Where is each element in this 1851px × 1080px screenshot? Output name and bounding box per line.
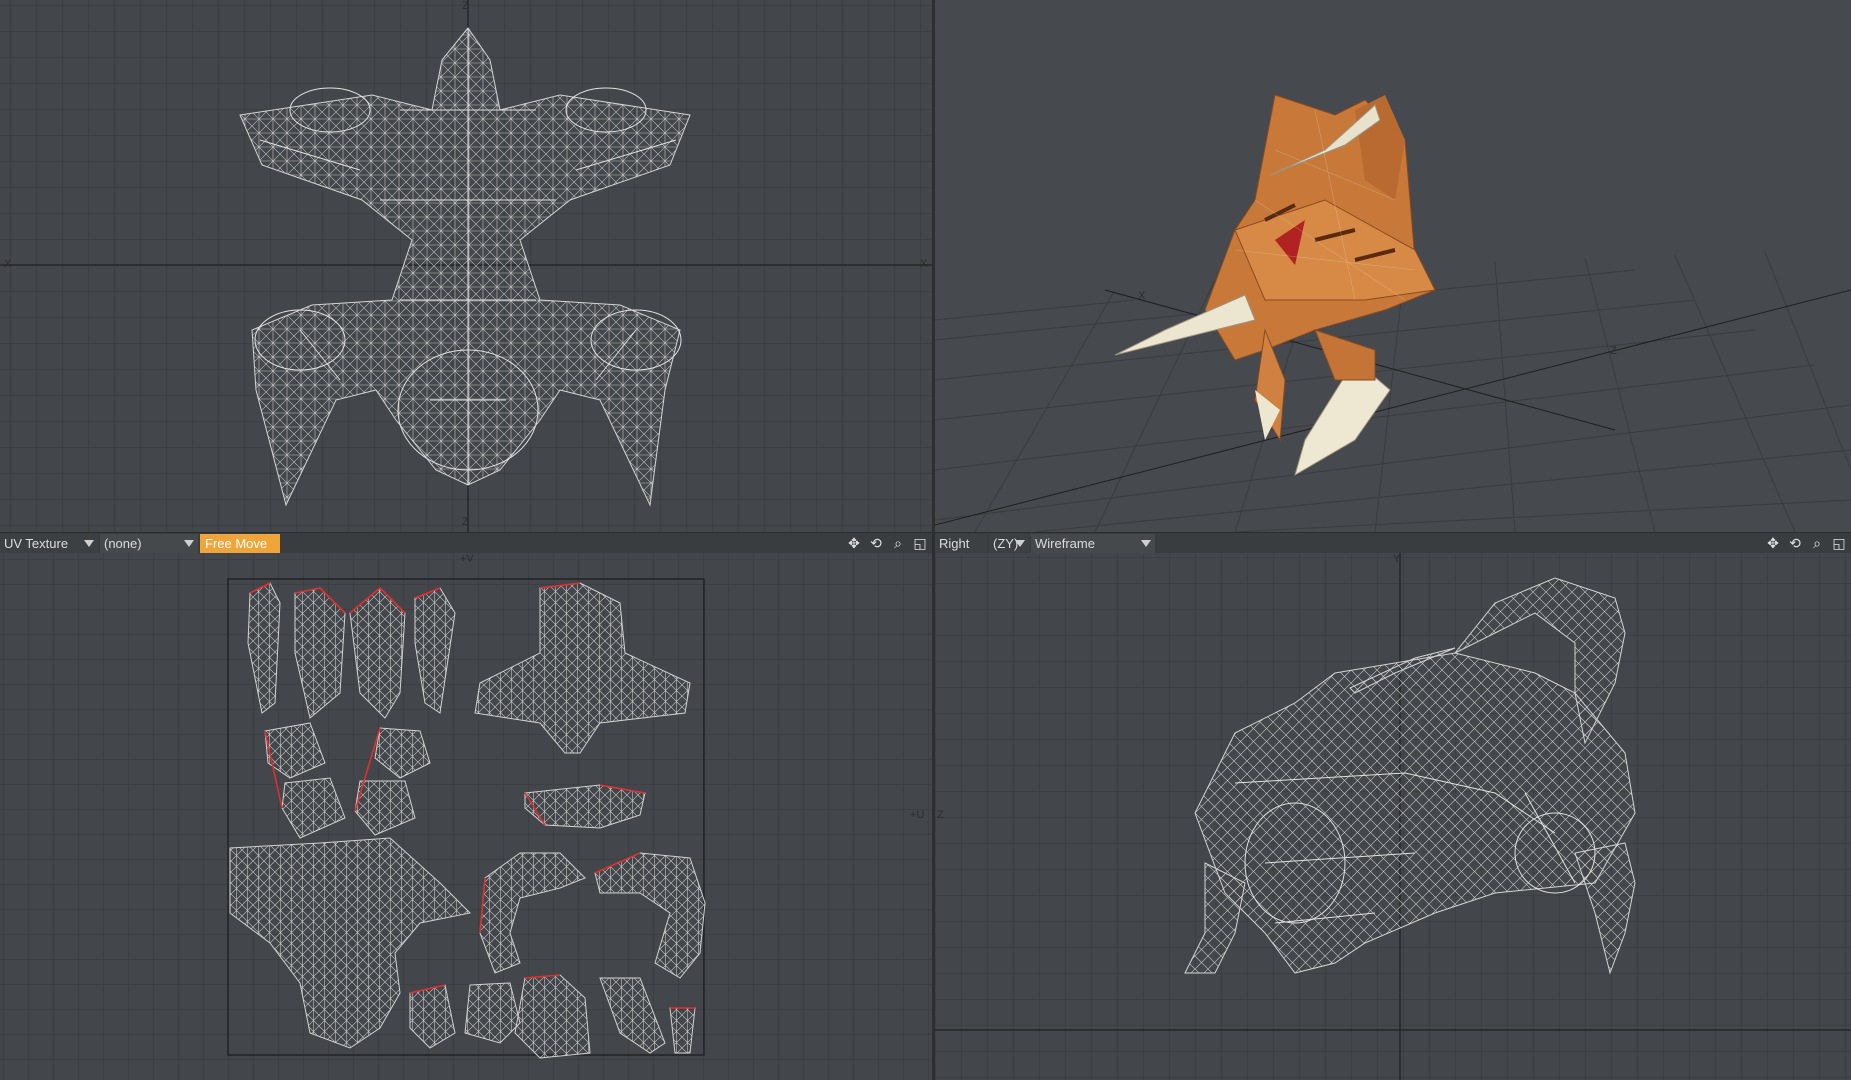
uv-axis-u: +U <box>910 809 925 821</box>
free-move-button[interactable]: Free Move <box>200 534 280 553</box>
axes-dropdown[interactable]: (ZY) <box>989 534 1029 553</box>
axis-label-x-right: X <box>920 258 928 270</box>
maximize-icon[interactable]: ◱ <box>910 534 930 553</box>
viewport-right[interactable]: Y Z <box>935 553 1851 1080</box>
projection-dropdown[interactable]: UV Texture <box>0 534 98 553</box>
shading-label: Wireframe <box>1035 536 1095 551</box>
persp-axis-x: X <box>1138 290 1146 302</box>
axis-label-x-left: X <box>4 258 12 270</box>
view-dropdown[interactable]: Right <box>935 534 987 553</box>
move-icon[interactable]: ✥ <box>844 534 864 553</box>
viewport-uv[interactable]: +V +U <box>0 553 932 1080</box>
maximize-icon[interactable]: ◱ <box>1829 534 1849 553</box>
right-axis-z: Z <box>937 809 944 821</box>
uv-viewport-toolbar: UV Texture (none) Free Move ✥ ⟲ ⌕ ◱ <box>0 532 932 555</box>
rotate-icon[interactable]: ⟲ <box>866 534 886 553</box>
right-view-canvas[interactable] <box>935 553 1851 1080</box>
axis-label-z-top: Z <box>462 0 469 12</box>
right-axis-y: Y <box>1393 553 1401 565</box>
free-move-label: Free Move <box>205 536 268 551</box>
perspective-canvas[interactable] <box>935 0 1851 532</box>
top-view-canvas[interactable] <box>0 0 932 532</box>
axis-label-z-bottom: Z <box>462 516 469 528</box>
viewport-perspective[interactable]: X Z <box>935 0 1851 532</box>
zoom-icon[interactable]: ⌕ <box>888 534 908 553</box>
uv-map-dropdown[interactable]: (none) <box>100 534 198 553</box>
uv-map-label: (none) <box>104 536 142 551</box>
shading-dropdown[interactable]: Wireframe <box>1031 534 1155 553</box>
chevron-down-icon <box>1141 540 1151 547</box>
uv-canvas[interactable] <box>0 553 932 1080</box>
chevron-down-icon <box>84 540 94 547</box>
view-label: Right <box>939 536 970 551</box>
uv-axis-v: +V <box>460 553 474 565</box>
chevron-down-icon <box>1015 540 1025 547</box>
zoom-icon[interactable]: ⌕ <box>1807 534 1827 553</box>
right-viewport-toolbar: Right (ZY) Wireframe ✥ ⟲ ⌕ ◱ <box>935 532 1851 555</box>
rotate-icon[interactable]: ⟲ <box>1785 534 1805 553</box>
move-icon[interactable]: ✥ <box>1763 534 1783 553</box>
chevron-down-icon <box>184 540 194 547</box>
viewport-top[interactable]: Z X X Z <box>0 0 932 532</box>
persp-axis-z: Z <box>1610 345 1617 357</box>
projection-label: UV Texture <box>4 536 69 551</box>
shaded-creature-model <box>1114 94 1436 477</box>
